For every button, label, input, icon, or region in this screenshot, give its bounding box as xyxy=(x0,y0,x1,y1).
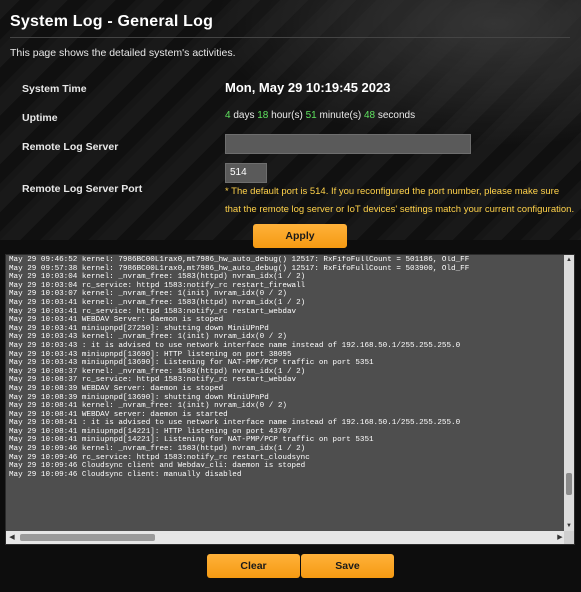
log-line: May 29 09:57:38 kernel: 7986BC00L1rax0,m… xyxy=(9,264,470,273)
log-line: May 29 10:08:41 WEBDAV server: daemon is… xyxy=(9,410,228,419)
save-button[interactable]: Save xyxy=(301,554,394,578)
log-line: May 29 10:09:46 Cloudsync client: manual… xyxy=(9,470,242,479)
uptime-seconds-text: seconds xyxy=(375,110,416,121)
uptime-minutes-text: minute(s) xyxy=(316,110,364,121)
uptime-hours-text: hour(s) xyxy=(268,110,306,121)
horizontal-scrollbar[interactable]: ◀ ▶ xyxy=(6,531,566,544)
log-line: May 29 10:03:41 WEBDAV Server: daemon is… xyxy=(9,316,224,325)
log-line: May 29 09:46:52 kernel: 7986BC00L1rax0,m… xyxy=(9,256,470,264)
log-line: May 29 10:03:43 : it is advised to use n… xyxy=(9,341,461,350)
apply-button[interactable]: Apply xyxy=(253,224,347,248)
log-line: May 29 10:08:39 miniupnpd[13690]: shutti… xyxy=(9,393,269,402)
horizontal-scroll-thumb[interactable] xyxy=(20,534,155,541)
log-panel[interactable]: May 29 09:46:52 kernel: 7986BC00L1rax0,m… xyxy=(5,254,575,545)
system-time-label: System Time xyxy=(22,83,87,95)
system-time-value: Mon, May 29 10:19:45 2023 xyxy=(225,80,391,95)
log-line: May 29 10:08:41 kernel: _nvram_free: 1(i… xyxy=(9,402,287,411)
log-line: May 29 10:08:41 : it is advised to use n… xyxy=(9,419,461,428)
log-line: May 29 10:03:43 miniupnpd[13690]: HTTP l… xyxy=(9,350,292,359)
remote-log-server-label: Remote Log Server xyxy=(22,141,119,153)
log-line: May 29 10:08:37 rc_service: httpd 1583:n… xyxy=(9,376,297,385)
scroll-down-icon[interactable]: ▼ xyxy=(564,521,574,531)
log-line: May 29 10:08:41 miniupnpd[14221]: Listen… xyxy=(9,436,374,445)
uptime-minutes: 51 xyxy=(305,110,317,121)
log-line: May 29 10:03:07 kernel: _nvram_free: 1(i… xyxy=(9,290,287,299)
page-title: System Log - General Log xyxy=(10,13,214,30)
uptime-seconds: 48 xyxy=(363,110,376,121)
title-bar: System Log - General Log xyxy=(10,8,570,36)
remote-log-port-label: Remote Log Server Port xyxy=(22,183,143,195)
port-note: * The default port is 514. If you reconf… xyxy=(225,186,575,215)
log-textarea[interactable]: May 29 09:46:52 kernel: 7986BC00L1rax0,m… xyxy=(9,256,564,530)
log-line: May 29 10:09:46 rc_service: httpd 1583:n… xyxy=(9,453,310,462)
uptime-value: 4 days 18 hour(s) 51 minute(s) 48 second… xyxy=(225,110,415,121)
log-line: May 29 10:09:46 Cloudsync client and Web… xyxy=(9,462,306,471)
page-description: This page shows the detailed system's ac… xyxy=(10,47,236,59)
log-line: May 29 10:03:43 kernel: _nvram_free: 1(i… xyxy=(9,333,287,342)
uptime-hours: 18 xyxy=(257,110,269,121)
log-line: May 29 10:08:37 kernel: _nvram_free: 158… xyxy=(9,367,306,376)
log-line: May 29 10:08:41 miniupnpd[14221]: HTTP l… xyxy=(9,427,292,436)
remote-log-port-input[interactable]: 514 xyxy=(225,163,267,183)
vertical-scroll-thumb[interactable] xyxy=(566,473,572,495)
title-divider xyxy=(10,37,570,38)
remote-log-server-input[interactable] xyxy=(225,134,471,154)
log-line: May 29 10:03:41 kernel: _nvram_free: 158… xyxy=(9,298,306,307)
scrollbar-corner xyxy=(564,531,574,544)
clear-button[interactable]: Clear xyxy=(207,554,300,578)
log-line: May 29 10:03:41 rc_service: httpd 1583:n… xyxy=(9,307,297,316)
vertical-scrollbar[interactable]: ▲ ▼ xyxy=(564,255,574,531)
log-line: May 29 10:09:46 kernel: _nvram_free: 158… xyxy=(9,445,306,454)
log-line: May 29 10:03:43 miniupnpd[13690]: Listen… xyxy=(9,359,374,368)
log-line: May 29 10:03:41 miniupnpd[27250]: shutti… xyxy=(9,324,269,333)
log-line: May 29 10:08:39 WEBDAV Server: daemon is… xyxy=(9,384,224,393)
scroll-left-icon[interactable]: ◀ xyxy=(6,531,18,544)
uptime-label: Uptime xyxy=(22,112,58,124)
log-line: May 29 10:03:04 kernel: _nvram_free: 158… xyxy=(9,273,306,282)
log-line: May 29 10:03:04 rc_service: httpd 1583:n… xyxy=(9,281,306,290)
uptime-days-text: days xyxy=(230,110,258,121)
scroll-up-icon[interactable]: ▲ xyxy=(564,255,574,265)
